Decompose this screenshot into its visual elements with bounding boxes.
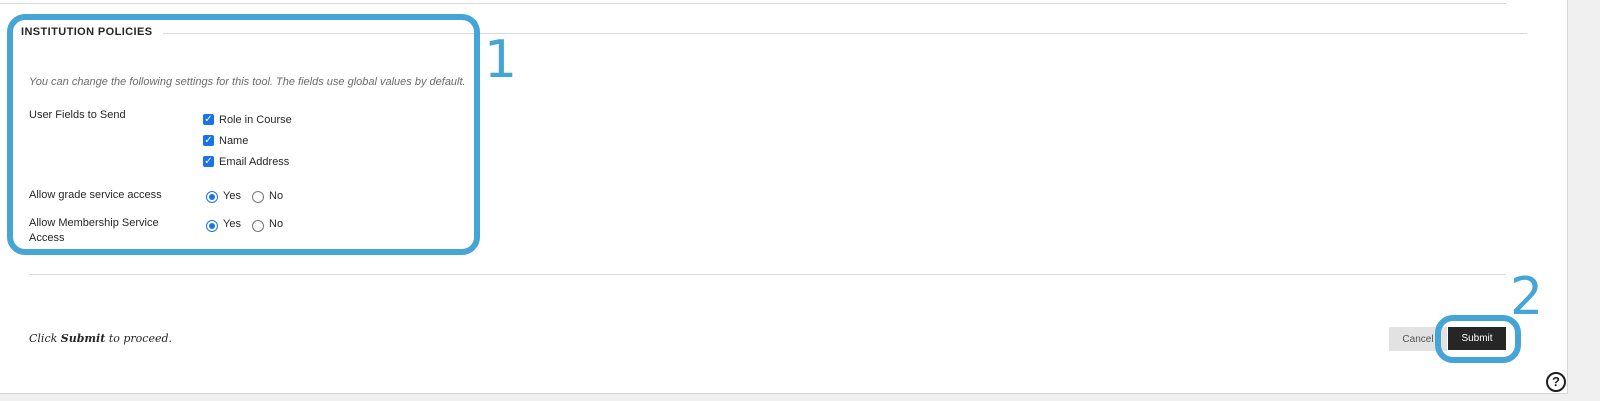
scrollbar[interactable] — [1568, 0, 1600, 394]
top-divider — [0, 3, 1506, 4]
footer-divider — [29, 274, 1506, 275]
callout-box-2 — [1435, 315, 1521, 363]
footer-bold: Submit — [60, 332, 106, 345]
callout-box-1 — [7, 14, 480, 255]
callout-number-2: 2 — [1510, 267, 1544, 327]
footer-suffix: to proceed. — [105, 332, 173, 345]
footer-prefix: Click — [29, 332, 61, 345]
question-circle-icon[interactable]: ? — [1546, 372, 1566, 392]
callout-number-1: 1 — [484, 30, 518, 90]
footer-instruction: Click Submit to proceed. — [29, 332, 172, 345]
